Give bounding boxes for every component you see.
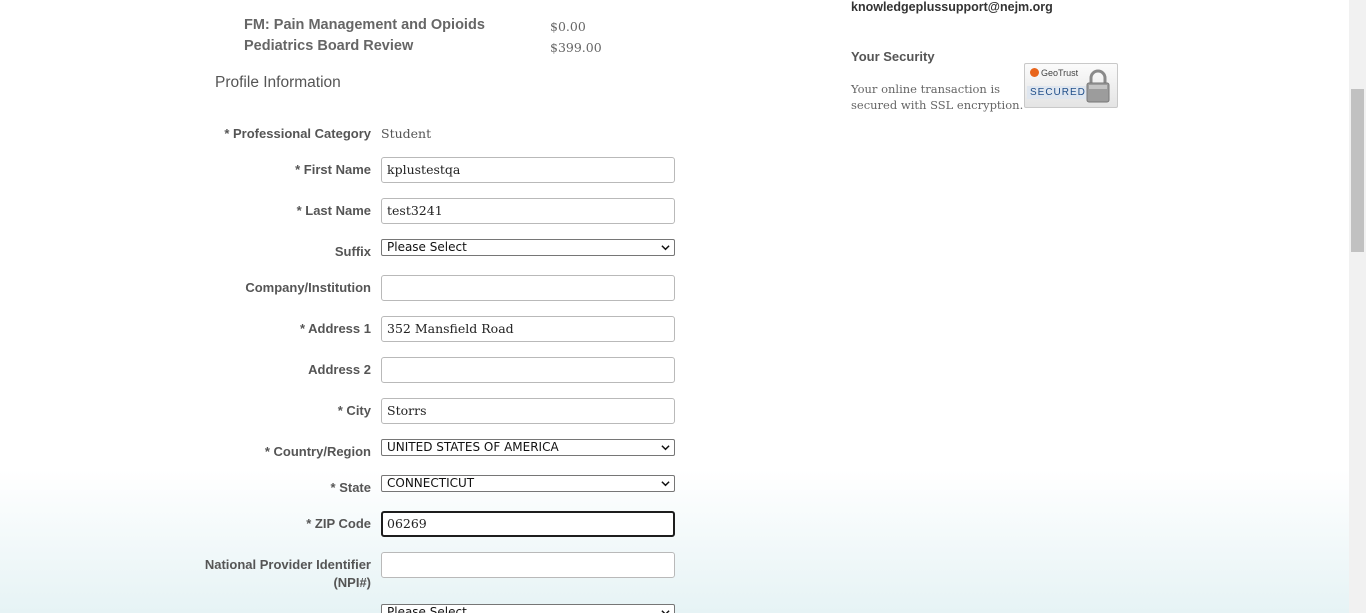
chevron-down-icon xyxy=(661,445,670,451)
suffix-label: Suffix xyxy=(334,244,371,259)
cart-item: Pediatrics Board Review $399.00 xyxy=(244,38,664,58)
secured-label: SECURED xyxy=(1027,86,1089,99)
npi-label-line2: (NPI#) xyxy=(333,575,371,590)
geotrust-brand: GeoTrust xyxy=(1030,68,1078,78)
support-email-link[interactable]: knowledgeplussupport@nejm.org xyxy=(851,0,1053,14)
security-title: Your Security xyxy=(851,49,935,64)
zip-input[interactable]: 06269 xyxy=(381,511,675,537)
cart-item: FM: Pain Management and Opioids $0.00 xyxy=(244,17,664,37)
security-text: Your online transaction is secured with … xyxy=(851,82,1024,112)
chevron-down-icon xyxy=(661,481,670,487)
professional-category-label: * Professional Category xyxy=(224,126,371,141)
state-select[interactable]: CONNECTICUT xyxy=(381,475,675,492)
suffix-selected-value: Please Select xyxy=(387,240,467,254)
company-input[interactable] xyxy=(381,275,675,301)
scrollbar-thumb[interactable] xyxy=(1351,89,1364,252)
checkout-page: FM: Pain Management and Opioids $0.00 Pe… xyxy=(0,0,1349,613)
city-input[interactable]: Storrs xyxy=(381,398,675,424)
country-label: * Country/Region xyxy=(264,444,371,459)
professional-category-value: Student xyxy=(381,126,432,141)
last-name-input[interactable]: test3241 xyxy=(381,198,675,224)
geotrust-logo-icon xyxy=(1030,68,1039,77)
chevron-down-icon xyxy=(661,245,670,251)
country-select[interactable]: UNITED STATES OF AMERICA xyxy=(381,439,675,456)
npi-label: National Provider Identifier (NPI#) xyxy=(191,556,371,592)
state-selected-value: CONNECTICUT xyxy=(387,476,475,490)
cart-item-name: Pediatrics Board Review xyxy=(244,38,414,54)
address1-input[interactable]: 352 Mansfield Road xyxy=(381,316,675,342)
address2-label: Address 2 xyxy=(308,362,371,377)
company-label: Company/Institution xyxy=(245,280,371,295)
address1-label: * Address 1 xyxy=(299,321,371,336)
cart-item-name: FM: Pain Management and Opioids xyxy=(244,17,485,33)
first-name-input[interactable]: kplustestqa xyxy=(381,157,675,183)
cart-item-price: $0.00 xyxy=(550,19,586,34)
geotrust-secured-badge[interactable]: GeoTrust SECURED xyxy=(1024,63,1118,108)
next-select[interactable]: Please Select xyxy=(381,604,675,613)
city-label: * City xyxy=(337,403,371,418)
npi-label-line1: National Provider Identifier xyxy=(204,557,371,572)
npi-input[interactable] xyxy=(381,552,675,578)
page-scrollbar[interactable] xyxy=(1349,0,1366,613)
first-name-label: * First Name xyxy=(295,162,371,177)
suffix-select[interactable]: Please Select xyxy=(381,239,675,256)
address2-input[interactable] xyxy=(381,357,675,383)
profile-section-title: Profile Information xyxy=(215,74,341,91)
geotrust-brand-text: GeoTrust xyxy=(1041,68,1079,78)
cart-item-price: $399.00 xyxy=(550,40,602,55)
zip-label: * ZIP Code xyxy=(306,516,371,531)
state-label: * State xyxy=(330,480,371,495)
chevron-down-icon xyxy=(661,610,670,613)
next-select-value: Please Select xyxy=(387,605,467,613)
last-name-label: * Last Name xyxy=(296,203,371,218)
country-selected-value: UNITED STATES OF AMERICA xyxy=(387,440,559,454)
lock-icon xyxy=(1086,69,1110,103)
